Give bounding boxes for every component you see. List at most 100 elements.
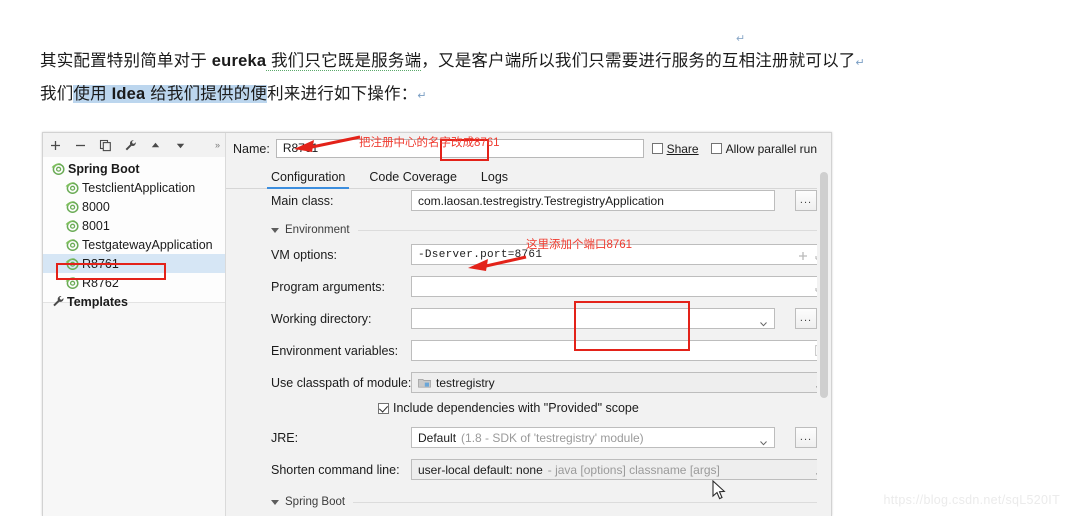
shorten-command-line-row: Shorten command line: user-local default… xyxy=(226,459,831,480)
minus-icon[interactable] xyxy=(73,138,88,153)
chevron-down-icon[interactable] xyxy=(271,499,279,505)
annotation-arrow-vm xyxy=(468,255,527,271)
article-line2-highlight-idea: Idea xyxy=(111,85,146,103)
watermark: https://blog.csdn.net/sqL520IT xyxy=(883,493,1060,507)
plus-icon[interactable] xyxy=(48,138,63,153)
tab-code-coverage[interactable]: Code Coverage xyxy=(369,170,457,188)
wrench-icon[interactable] xyxy=(123,138,138,153)
article-line1-part-c: ，又是客户端所以我们只需要进行服务的互相注册就可以了 xyxy=(421,52,856,70)
main-class-value: com.laosan.testregistry.TestregistryAppl… xyxy=(418,193,664,208)
share-checkbox-box[interactable] xyxy=(651,142,663,154)
module-icon xyxy=(418,377,431,388)
article-line2-highlight-2: 给我们提供的便 xyxy=(145,85,268,103)
tree-item-r8762[interactable]: R8762 xyxy=(43,273,225,292)
springboot-icon xyxy=(65,257,82,270)
springboot-icon xyxy=(65,181,82,194)
chevron-down-icon[interactable] xyxy=(760,436,767,445)
allow-parallel-run-label: Allow parallel run xyxy=(725,141,817,156)
shorten-command-line-value: user-local default: none xyxy=(418,462,543,477)
article-line1-part-b: 我们只它既是服务端 xyxy=(266,52,422,71)
article-line1-pilcrow: ↵ xyxy=(855,57,865,69)
name-label: Name: xyxy=(233,141,270,156)
vm-options-add-icon[interactable] xyxy=(798,250,808,260)
tree-item-label: TestclientApplication xyxy=(82,180,196,195)
article-line1-eureka: eureka xyxy=(211,52,267,70)
configurations-tree[interactable]: Spring Boot TestclientApplication 8000 8001… xyxy=(43,157,225,309)
environment-variables-label: Environment variables: xyxy=(271,343,399,358)
annotation-arrow-name xyxy=(294,135,361,152)
jre-browse-button[interactable]: ... xyxy=(795,427,817,448)
program-arguments-row: Program arguments: xyxy=(226,276,831,297)
tree-item-8001[interactable]: 8001 xyxy=(43,216,225,235)
share-checkbox[interactable]: Share xyxy=(651,141,699,156)
tree-item-r8761[interactable]: R8761 xyxy=(43,254,225,273)
working-directory-label: Working directory: xyxy=(271,311,372,326)
allow-parallel-run-checkbox[interactable]: Allow parallel run xyxy=(710,141,817,156)
tree-item-label: TestgatewayApplication xyxy=(82,237,213,252)
chevron-down-icon[interactable] xyxy=(271,227,279,233)
annotation-text-vm: 这里添加个端口8761 xyxy=(526,239,633,251)
main-class-input[interactable]: com.laosan.testregistry.TestregistryAppl… xyxy=(411,190,775,211)
classpath-module-select[interactable]: testregistry xyxy=(411,372,831,393)
article-line2-highlight-1: 使用 xyxy=(73,85,112,103)
share-label: Share xyxy=(666,141,699,156)
copy-icon[interactable] xyxy=(98,138,113,153)
program-arguments-input[interactable] xyxy=(411,276,831,297)
chevron-down-icon[interactable] xyxy=(760,317,767,326)
form-scrollbar[interactable] xyxy=(817,166,831,516)
include-dependencies-box[interactable] xyxy=(378,402,389,414)
environment-variables-row: Environment variables: xyxy=(226,340,831,361)
include-dependencies-label: Include dependencies with "Provided" sco… xyxy=(393,401,639,415)
article-line2-pilcrow: ↵ xyxy=(417,90,427,102)
jre-value: Default xyxy=(418,430,457,445)
shorten-command-line-hint: - java [options] classname [args] xyxy=(547,462,720,477)
wrench-icon xyxy=(51,295,67,308)
arrow-up-icon[interactable] xyxy=(148,138,163,153)
tree-item-testgatewayapplication[interactable]: TestgatewayApplication xyxy=(43,235,225,254)
include-dependencies-checkbox[interactable]: Include dependencies with "Provided" sco… xyxy=(226,399,831,417)
springboot-icon xyxy=(65,276,82,289)
springboot-section-header[interactable]: Spring Boot xyxy=(226,494,831,510)
configuration-detail-pane: Name: Share Allow parallel run Configura… xyxy=(226,133,831,516)
jre-hint: (1.8 - SDK of 'testregistry' module) xyxy=(461,430,644,445)
tree-item-label: 8001 xyxy=(82,218,110,233)
springboot-icon xyxy=(65,219,82,232)
environment-variables-input[interactable] xyxy=(411,340,831,361)
springboot-icon xyxy=(65,238,82,251)
environment-section-title: Environment xyxy=(285,224,350,236)
tree-item-testclientapplication[interactable]: TestclientApplication xyxy=(43,178,225,197)
tree-toolbar: » xyxy=(43,133,225,157)
arrow-down-icon[interactable] xyxy=(173,138,188,153)
jre-select[interactable]: Default (1.8 - SDK of 'testregistry' mod… xyxy=(411,427,775,448)
article-line1-part-a: 其实配置特别简单对于 xyxy=(40,52,212,70)
tree-item-templates[interactable]: Templates xyxy=(43,292,225,311)
jre-label: JRE: xyxy=(271,430,299,445)
tree-item-label: 8000 xyxy=(82,199,110,214)
run-debug-configurations-dialog: » Spring Boot TestclientApplication 8000 80… xyxy=(42,132,832,516)
main-class-browse-button[interactable]: ... xyxy=(795,190,817,211)
toolbar-overflow-icon[interactable]: » xyxy=(215,140,220,150)
allow-parallel-run-box[interactable] xyxy=(710,142,722,154)
tree-item-spring-boot[interactable]: Spring Boot xyxy=(43,159,225,178)
working-directory-browse-button[interactable]: ... xyxy=(795,308,817,329)
springboot-section-title: Spring Boot xyxy=(285,496,346,508)
form-scrollbar-thumb[interactable] xyxy=(820,172,828,398)
tab-logs[interactable]: Logs xyxy=(481,170,508,188)
springboot-icon xyxy=(51,162,68,175)
tab-configuration[interactable]: Configuration xyxy=(266,170,350,189)
mouse-cursor xyxy=(712,480,726,500)
program-arguments-label: Program arguments: xyxy=(271,279,385,294)
article-line-1: 其实配置特别简单对于 eureka 我们只它既是服务端，又是客户端所以我们只需要… xyxy=(40,46,1000,79)
springboot-icon xyxy=(65,200,82,213)
configurations-tree-pane: » Spring Boot TestclientApplication 8000 80… xyxy=(43,133,226,516)
jre-row: JRE: Default (1.8 - SDK of 'testregistry… xyxy=(226,427,831,448)
main-class-row: Main class: com.laosan.testregistry.Test… xyxy=(226,190,831,211)
shorten-command-line-label: Shorten command line: xyxy=(271,462,400,477)
classpath-module-row: Use classpath of module: testregistry xyxy=(226,372,831,393)
classpath-module-label: Use classpath of module: xyxy=(271,375,412,390)
tree-item-8000[interactable]: 8000 xyxy=(43,197,225,216)
annotation-text-name: 把注册中心的名字改成8761 xyxy=(359,137,500,149)
working-directory-input[interactable] xyxy=(411,308,775,329)
shorten-command-line-select[interactable]: user-local default: none - java [options… xyxy=(411,459,831,480)
tree-item-label: Spring Boot xyxy=(68,161,140,176)
